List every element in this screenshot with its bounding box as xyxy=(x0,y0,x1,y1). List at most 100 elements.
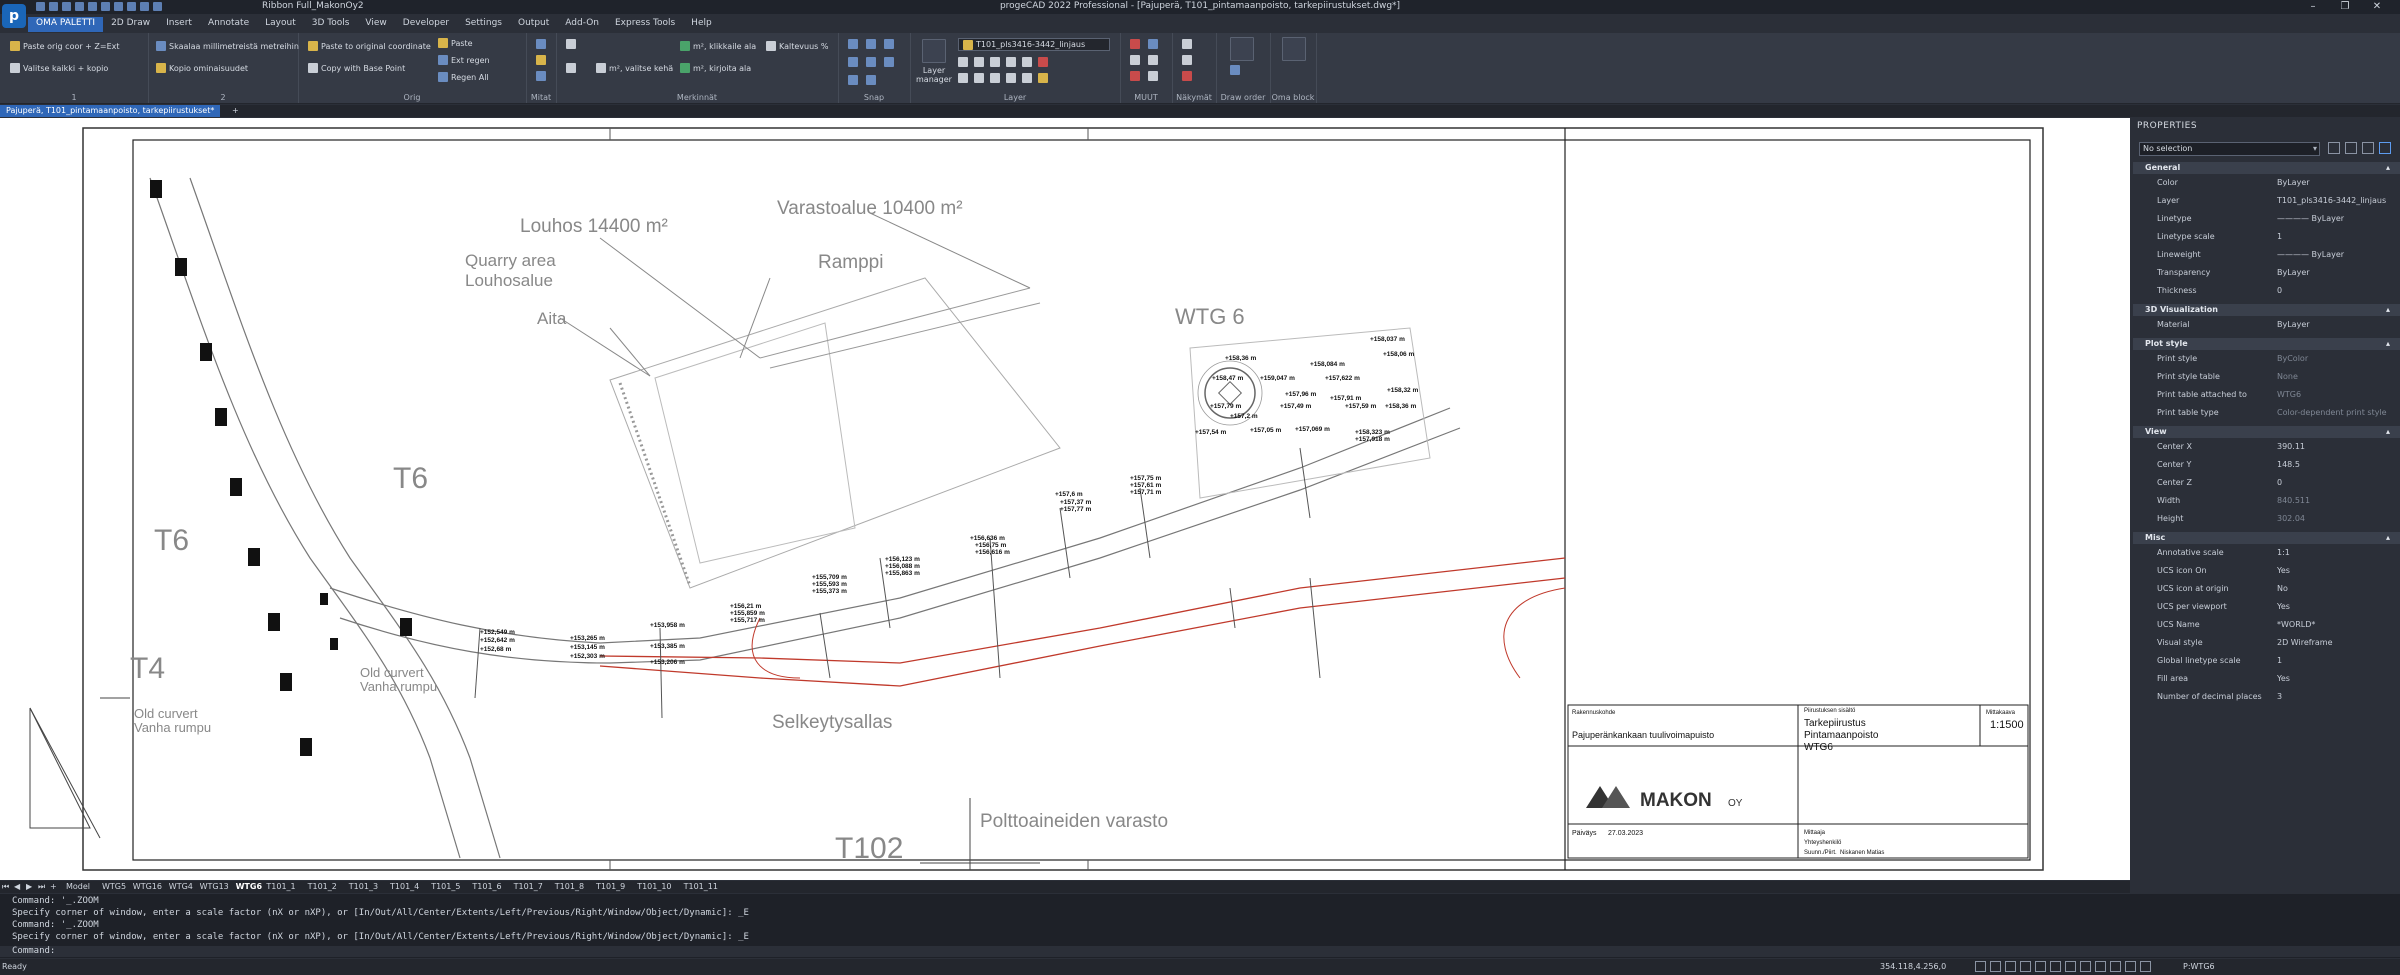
layout-tab[interactable]: T101_5 xyxy=(431,881,460,893)
layer-tool-icon[interactable] xyxy=(1006,57,1016,67)
layout-tab[interactable]: T101_1 xyxy=(266,881,295,893)
property-group-plot[interactable]: Plot style ▴ xyxy=(2133,338,2400,350)
layer-tool-icon[interactable] xyxy=(990,57,1000,67)
misc-tool-icon[interactable] xyxy=(1148,71,1158,81)
layout-tab[interactable]: WTG5 xyxy=(102,881,126,893)
tab-output[interactable]: Output xyxy=(510,17,557,32)
property-row[interactable]: Center Y 148.5 xyxy=(2133,456,2400,474)
tablet-toggle-icon[interactable] xyxy=(2080,961,2091,972)
layout-tab[interactable]: WTG4 xyxy=(169,881,193,893)
toggle-pickadd-icon[interactable] xyxy=(2328,142,2340,154)
minimize-button[interactable]: – xyxy=(2298,0,2328,14)
new-tab-button[interactable]: + xyxy=(232,105,239,117)
esnap-toggle-icon[interactable] xyxy=(2035,961,2046,972)
layout-tab[interactable]: T101_3 xyxy=(349,881,378,893)
tab-settings[interactable]: Settings xyxy=(457,17,510,32)
property-row[interactable]: Global linetype scale 1 xyxy=(2133,652,2400,670)
property-row[interactable]: Visual style 2D Wireframe xyxy=(2133,634,2400,652)
filter-icon[interactable] xyxy=(2379,142,2391,154)
property-row[interactable]: Color ByLayer xyxy=(2133,174,2400,192)
property-row[interactable]: Print style ByColor xyxy=(2133,350,2400,368)
layout-tab[interactable]: T101_7 xyxy=(514,881,543,893)
snap-center-icon[interactable] xyxy=(884,39,894,49)
ext-regen-button[interactable]: Ext regen xyxy=(438,55,490,65)
property-row[interactable]: Linetype ———— ByLayer xyxy=(2133,210,2400,228)
layer-dropdown[interactable]: T101_pls3416-3442_linjaus xyxy=(958,38,1110,51)
property-row[interactable]: Linetype scale 1 xyxy=(2133,228,2400,246)
property-row[interactable]: Material ByLayer xyxy=(2133,316,2400,334)
property-row[interactable]: Print table attached to WTG6 xyxy=(2133,386,2400,404)
property-row[interactable]: Width 840.511 xyxy=(2133,492,2400,510)
tab-3d-tools[interactable]: 3D Tools xyxy=(304,17,358,32)
layer-tool-icon[interactable] xyxy=(1006,73,1016,83)
command-input[interactable]: Command: xyxy=(0,946,2400,957)
snap-node-icon[interactable] xyxy=(848,57,858,67)
layout-tab[interactable]: WTG13 xyxy=(200,881,229,893)
property-row[interactable]: Transparency ByLayer xyxy=(2133,264,2400,282)
tab-oma-paletti[interactable]: OMA PALETTI xyxy=(28,17,104,32)
etrack-toggle-icon[interactable] xyxy=(2050,961,2061,972)
property-row[interactable]: Print style table None xyxy=(2133,368,2400,386)
property-group-view[interactable]: View ▴ xyxy=(2133,426,2400,438)
property-row[interactable]: UCS icon at origin No xyxy=(2133,580,2400,598)
layout-tab[interactable]: T101_10 xyxy=(637,881,671,893)
tab-nav-next-icon[interactable]: ▶ xyxy=(26,881,32,893)
layer-manager-button[interactable]: Layer manager xyxy=(914,39,954,84)
snap-midpoint-icon[interactable] xyxy=(866,39,876,49)
misc-tool-icon[interactable] xyxy=(1130,71,1140,81)
area-select-perimeter-button[interactable]: m², valitse kehä xyxy=(596,63,673,73)
property-group-vis3d[interactable]: 3D Visualization ▴ xyxy=(2133,304,2400,316)
layout-tab[interactable]: T101_9 xyxy=(596,881,625,893)
layer-tool-icon[interactable] xyxy=(974,73,984,83)
grid-toggle-icon[interactable] xyxy=(1990,961,2001,972)
property-row[interactable]: Fill area Yes xyxy=(2133,670,2400,688)
view-icon[interactable] xyxy=(1182,39,1192,49)
layout-tab[interactable]: T101_4 xyxy=(390,881,419,893)
property-group-general[interactable]: General ▴ xyxy=(2133,162,2400,174)
snap-endpoint-icon[interactable] xyxy=(848,39,858,49)
tab-developer[interactable]: Developer xyxy=(395,17,457,32)
quick-props-icon[interactable] xyxy=(2110,961,2121,972)
layout-tab[interactable]: WTG16 xyxy=(133,881,162,893)
snap-perpendicular-icon[interactable] xyxy=(848,75,858,85)
area-write-button[interactable]: m², kirjoita ala xyxy=(680,63,751,73)
mtext-icon[interactable] xyxy=(566,63,576,73)
select-objects-icon[interactable] xyxy=(2345,142,2357,154)
restore-button[interactable]: ❐ xyxy=(2330,0,2360,14)
tab-help[interactable]: Help xyxy=(683,17,720,32)
misc-tool-icon[interactable] xyxy=(1148,39,1158,49)
misc-tool-icon[interactable] xyxy=(1148,55,1158,65)
copy-base-point-button[interactable]: Copy with Base Point xyxy=(308,63,405,73)
text-icon[interactable] xyxy=(566,39,576,49)
layer-tool-icon[interactable] xyxy=(1038,57,1048,67)
polar-toggle-icon[interactable] xyxy=(2020,961,2031,972)
area-click-button[interactable]: m², klikkaile ala xyxy=(680,41,756,51)
layer-tool-icon[interactable] xyxy=(1022,57,1032,67)
paste-button[interactable]: Paste xyxy=(438,38,473,48)
tab-nav-prev-icon[interactable]: ◀ xyxy=(14,881,20,893)
document-tab[interactable]: Pajuperä, T101_pintamaanpoisto, tarkepii… xyxy=(0,105,221,117)
layout-tab[interactable]: T101_2 xyxy=(308,881,337,893)
layer-tool-icon[interactable] xyxy=(1022,73,1032,83)
layout-tab[interactable]: T101_11 xyxy=(684,881,718,893)
view-icon[interactable] xyxy=(1182,55,1192,65)
dynamic-input-icon[interactable] xyxy=(2095,961,2106,972)
close-button[interactable]: ✕ xyxy=(2362,0,2392,14)
snap-toggle-icon[interactable] xyxy=(1975,961,1986,972)
property-row[interactable]: Height 302.04 xyxy=(2133,510,2400,528)
snap-intersection-icon[interactable] xyxy=(884,57,894,67)
copy-properties-button[interactable]: Kopio ominaisuudet xyxy=(156,63,248,73)
snap-quadrant-icon[interactable] xyxy=(866,57,876,67)
drawing-canvas[interactable]: Louhos 14400 m² Varastoalue 10400 m² Qua… xyxy=(0,118,2130,880)
layout-tab[interactable]: T101_6 xyxy=(472,881,501,893)
property-row[interactable]: UCS Name *WORLD* xyxy=(2133,616,2400,634)
property-row[interactable]: Print table type Color-dependent print st… xyxy=(2133,404,2400,422)
draw-order-back-icon[interactable] xyxy=(1230,65,1240,75)
layer-tool-icon[interactable] xyxy=(958,57,968,67)
select-all-copy-button[interactable]: Valitse kaikki + kopio xyxy=(10,63,108,73)
layout-tab[interactable]: Model xyxy=(66,881,90,893)
dimension-icon[interactable] xyxy=(536,39,546,49)
tab-insert[interactable]: Insert xyxy=(158,17,200,32)
ortho-toggle-icon[interactable] xyxy=(2005,961,2016,972)
add-layout-icon[interactable]: + xyxy=(50,881,57,893)
